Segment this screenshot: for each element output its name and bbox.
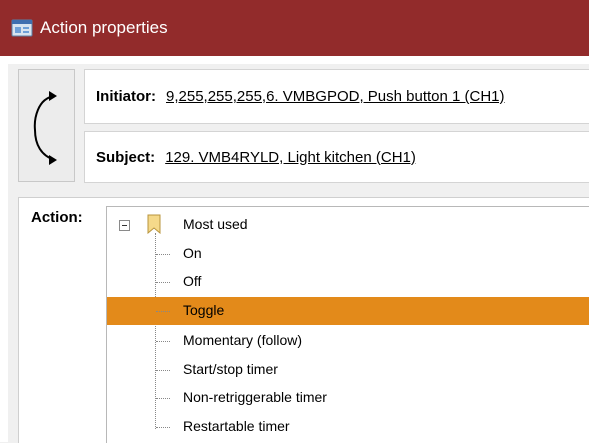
tree-item-restartable-timer[interactable]: Restartable timer: [107, 413, 589, 441]
tree-item-label: Off: [183, 273, 202, 289]
bookmark-icon: [147, 214, 161, 234]
tree-item-momentary[interactable]: Momentary (follow): [107, 327, 589, 355]
collapse-icon[interactable]: [119, 220, 130, 231]
tree-item-label: Start/stop timer: [183, 361, 278, 377]
initiator-field: Initiator: 9,255,255,255,6. VMBGPOD, Pus…: [84, 69, 589, 124]
tree-branch: [156, 370, 170, 371]
tree-item-start-stop-timer[interactable]: Start/stop timer: [107, 356, 589, 384]
tree-branch: [156, 341, 170, 342]
tree-branch: [156, 282, 170, 283]
tree-branch: [156, 254, 170, 255]
swap-button[interactable]: [18, 69, 75, 182]
title-bar: Action properties: [0, 0, 589, 56]
subject-label: Subject:: [96, 148, 156, 166]
tree-branch: [156, 398, 170, 399]
app-icon: [11, 19, 33, 37]
initiator-link[interactable]: 9,255,255,255,6. VMBGPOD, Push button 1 …: [166, 88, 505, 105]
tree-branch: [156, 427, 170, 428]
action-tree[interactable]: Most used On Off Toggle Momentary (follo…: [106, 206, 589, 443]
initiator-label: Initiator:: [96, 88, 156, 105]
tree-branch: [156, 311, 170, 312]
tree-item-toggle[interactable]: Toggle: [107, 297, 589, 325]
tree-item-off[interactable]: Off: [107, 268, 589, 296]
subject-field: Subject: 129. VMB4RYLD, Light kitchen (C…: [84, 131, 589, 183]
window-title: Action properties: [40, 18, 168, 37]
tree-item-label: Toggle: [183, 302, 225, 318]
tree-item-on[interactable]: On: [107, 240, 589, 268]
action-label: Action:: [31, 209, 83, 226]
tree-group-label: Most used: [183, 216, 248, 232]
tree-item-label: Non-retriggerable timer: [183, 389, 327, 405]
subject-link[interactable]: 129. VMB4RYLD, Light kitchen (CH1): [165, 149, 416, 166]
tree-item-label: Restartable timer: [183, 418, 290, 434]
tree-group-most-used[interactable]: Most used: [107, 211, 589, 239]
tree-item-non-retriggerable-timer[interactable]: Non-retriggerable timer: [107, 384, 589, 412]
swap-arrows-icon: [33, 91, 57, 165]
tree-item-label: Momentary (follow): [183, 332, 303, 348]
tree-item-label: On: [183, 245, 202, 261]
